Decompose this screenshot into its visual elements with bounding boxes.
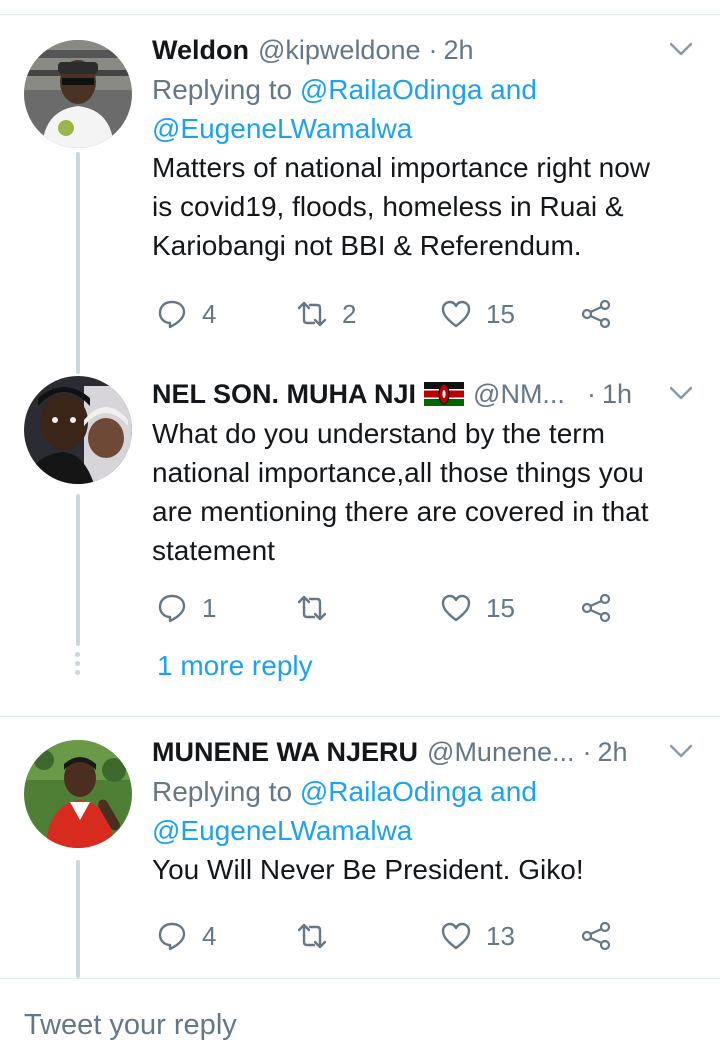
reply-count: 1 [202,592,217,623]
tweet-text: What do you understand by the term natio… [152,414,696,570]
tweet-text-line: You Will Never Be President. Giko! [152,854,584,885]
replying-to: Replying to @RailaOdinga and @EugeneLWam… [152,772,696,850]
like-icon [441,922,471,950]
and-label: and [482,74,537,105]
like-icon [441,300,471,328]
share-icon [581,299,611,329]
display-name[interactable]: MUNENE WA NJERU [152,737,418,768]
reply-button[interactable]: 4 [156,294,216,334]
display-name[interactable]: Weldon [152,35,249,66]
mention-link[interactable]: @EugeneLWamalwa [152,113,412,144]
timestamp[interactable]: 1h [602,379,632,410]
reply-icon [158,922,186,951]
mention-link[interactable]: @EugeneLWamalwa [152,815,412,846]
share-button[interactable] [580,588,612,628]
like-count: 15 [486,592,515,623]
avatar[interactable] [24,740,132,848]
display-name[interactable]: NEL SON. MUHA NJI [152,379,416,410]
replying-to: Replying to @RailaOdinga and @EugeneLWam… [152,70,696,148]
reply-input[interactable]: Tweet your reply [24,1009,237,1042]
like-button[interactable]: 15 [440,588,515,628]
tweet-text-line: What do you understand by the term [152,418,605,449]
reply-count: 4 [202,920,217,951]
like-count: 15 [486,298,515,329]
tweet-actions: 4 2 15 [152,294,632,334]
share-icon [581,921,611,951]
tweet-text-line: statement [152,535,275,566]
and-label: and [482,776,537,807]
retweet-button[interactable] [296,916,328,956]
replying-to-label: Replying to [152,776,300,807]
timestamp[interactable]: 2h [598,737,628,768]
like-icon [441,594,471,622]
reply-button[interactable]: 4 [156,916,216,956]
tweet-header: MUNENE WA NJERU @Munene... · 2h [152,732,696,772]
chevron-down-icon[interactable] [666,34,696,64]
retweet-button[interactable]: 2 [296,294,356,334]
reply-composer[interactable]: Tweet your reply [0,978,720,1056]
more-replies-link[interactable]: 1 more reply [157,650,313,682]
retweet-button[interactable] [296,588,328,628]
tweet-header: NEL SON. MUHA NJI @NM... · 1h [152,374,696,414]
mention-link[interactable]: @RailaOdinga [300,74,483,105]
reply-button[interactable]: 1 [156,588,216,628]
like-button[interactable]: 15 [440,294,515,334]
user-handle[interactable]: @NM... [473,379,565,410]
avatar[interactable] [24,40,132,148]
replying-to-label: Replying to [152,74,300,105]
dot-separator: · [582,736,592,767]
timestamp[interactable]: 2h [444,35,474,66]
tweet-actions: 4 13 [152,916,632,956]
share-button[interactable] [580,916,612,956]
kenya-flag-icon [424,382,465,406]
tweet-text: Matters of national importance right now… [152,148,696,265]
user-handle[interactable]: @kipweldone [258,35,421,66]
user-handle[interactable]: @Munene... [427,737,575,768]
share-icon [581,593,611,623]
tweet-text-line: Kariobangi not BBI & Referendum. [152,230,582,261]
tweet-text-line: are mentioning there are covered in that [152,496,649,527]
chevron-down-icon[interactable] [666,378,696,408]
tweet-header: Weldon @kipweldone · 2h [152,30,696,70]
divider [0,716,720,717]
reply-count: 4 [202,298,217,329]
thread-dots [75,652,81,679]
mention-link[interactable]: @RailaOdinga [300,776,483,807]
dot-separator: · [428,34,438,65]
tweet-text-line: is covid19, floods, homeless in Ruai & [152,191,624,222]
top-divider [0,14,720,15]
retweet-icon [297,595,327,621]
chevron-down-icon[interactable] [666,736,696,766]
share-button[interactable] [580,294,612,334]
thread-line [76,152,80,374]
reply-icon [158,300,186,329]
dot-separator: · [586,378,596,409]
thread-line [76,494,80,646]
retweet-icon [297,301,327,327]
reply-icon [158,594,186,623]
tweet-actions: 1 15 [152,588,632,628]
thread-line [76,860,80,978]
tweet-text-line: Matters of national importance right now [152,152,651,183]
like-count: 13 [486,920,515,951]
retweet-icon [297,923,327,949]
avatar[interactable] [24,376,132,484]
like-button[interactable]: 13 [440,916,515,956]
tweet-text: You Will Never Be President. Giko! [152,850,696,889]
tweet-text-line: national importance,all those things you [152,457,644,488]
retweet-count: 2 [342,298,357,329]
